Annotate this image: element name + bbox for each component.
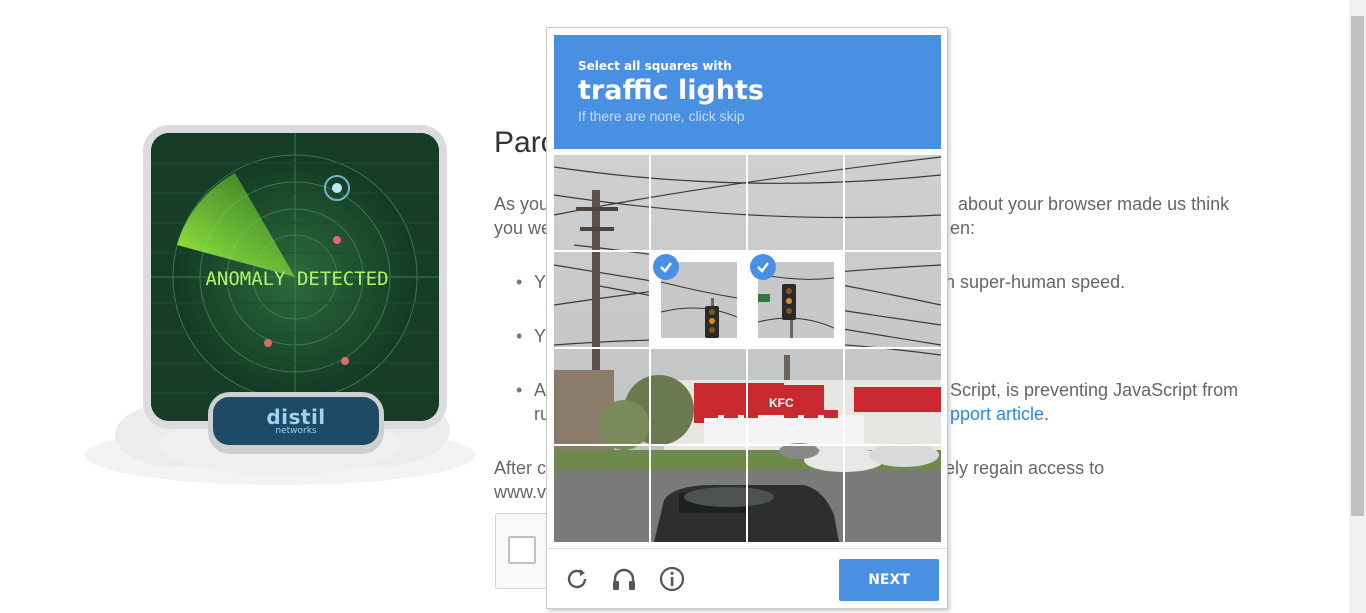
checkmark-icon bbox=[653, 254, 679, 280]
closing-line1-left: After c bbox=[494, 458, 547, 478]
scrollbar-thumb[interactable] bbox=[1351, 16, 1364, 516]
instruction-text: Select all squares with bbox=[578, 59, 732, 73]
grid-tile[interactable] bbox=[845, 349, 941, 445]
bullet-2-left: Y bbox=[516, 324, 546, 348]
grid-tile[interactable] bbox=[554, 349, 650, 445]
grid-tile[interactable] bbox=[748, 349, 844, 445]
grid-tile[interactable] bbox=[651, 349, 747, 445]
instruction-hint: If there are none, click skip bbox=[578, 108, 745, 124]
grid-tile[interactable] bbox=[651, 155, 747, 251]
closing-line2-left: www.v bbox=[494, 482, 547, 502]
grid-tile[interactable] bbox=[845, 155, 941, 251]
intro-line1-right: about your browser made us think bbox=[958, 194, 1230, 214]
intro-line2-right: en: bbox=[950, 218, 976, 238]
radar-illustration: ANOMALY DETECTED distil networks bbox=[80, 120, 480, 490]
grid-tile[interactable] bbox=[554, 446, 650, 542]
radar-label: ANOMALY DETECTED bbox=[205, 268, 388, 290]
bullet-1-left: Y bbox=[516, 270, 546, 294]
radar-screen: ANOMALY DETECTED bbox=[151, 133, 439, 421]
intro-line2-left: you we bbox=[494, 218, 552, 238]
bullet-3-left: A bbox=[516, 378, 546, 402]
grid-tile[interactable] bbox=[845, 446, 941, 542]
grid-tile-selected[interactable] bbox=[651, 252, 747, 348]
grid-tile[interactable] bbox=[845, 252, 941, 348]
bullet-1-right: h super-human speed. bbox=[945, 272, 1126, 292]
challenge-header: Select all squares with traffic lights I… bbox=[554, 35, 941, 149]
audio-icon[interactable] bbox=[610, 565, 638, 593]
reload-icon[interactable] bbox=[563, 565, 591, 593]
grid-tile-selected[interactable] bbox=[748, 252, 844, 348]
image-grid: KFC bbox=[554, 155, 941, 542]
recaptcha-checkbox[interactable] bbox=[508, 536, 536, 564]
grid-tile[interactable] bbox=[748, 155, 844, 251]
bullet-3-line2-right: pport article. bbox=[950, 404, 1050, 424]
target-object: traffic lights bbox=[578, 75, 764, 106]
intro-line1-left: As you bbox=[494, 194, 550, 214]
distil-subtitle: networks bbox=[275, 426, 317, 436]
grid-tile[interactable] bbox=[554, 252, 650, 348]
challenge-footer: NEXT bbox=[547, 548, 947, 608]
info-icon[interactable] bbox=[658, 565, 686, 593]
checkmark-icon bbox=[750, 254, 776, 280]
grid-tile[interactable] bbox=[651, 446, 747, 542]
captcha-challenge: Select all squares with traffic lights I… bbox=[546, 27, 948, 609]
closing-line1-right: ely regain access to bbox=[945, 458, 1105, 478]
distil-badge: distil networks bbox=[208, 392, 384, 454]
support-article-link[interactable]: pport article bbox=[950, 404, 1044, 424]
grid-tile[interactable] bbox=[554, 155, 650, 251]
vertical-scrollbar[interactable] bbox=[1349, 0, 1366, 613]
next-button[interactable]: NEXT bbox=[839, 559, 939, 601]
bullet-3-right: Script, is preventing JavaScript from bbox=[950, 380, 1239, 400]
radar-frame: ANOMALY DETECTED bbox=[143, 125, 447, 429]
grid-tile[interactable] bbox=[748, 446, 844, 542]
